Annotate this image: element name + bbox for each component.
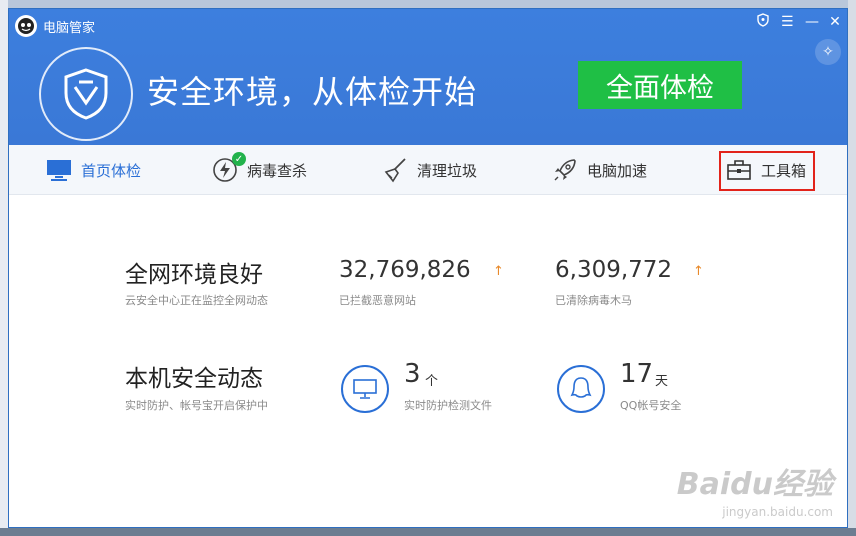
network-env-title: 全网环境良好 [125, 262, 263, 288]
baidu-watermark: Baidu经验 jingyan.baidu.com [677, 459, 833, 519]
close-icon[interactable]: ✕ [829, 14, 841, 30]
local-security-subtitle: 实时防护、帐号宝开启保护中 [125, 399, 268, 412]
nav-virus-label: 病毒查杀 [247, 161, 308, 180]
app-title: 电脑管家 [43, 20, 96, 36]
detected-files-count: 3 [404, 359, 421, 389]
cleared-trend-arrow-icon: ↑ [693, 264, 704, 279]
security-shield-icon [39, 47, 133, 141]
full-scan-button[interactable]: 全面体检 [578, 61, 742, 109]
detected-files-label: 实时防护检测文件 [404, 399, 492, 412]
sparkle-icon[interactable]: ✧ [815, 39, 841, 65]
app-logo-icon [15, 15, 37, 37]
desktop-background-right [848, 0, 856, 536]
rocket-icon [551, 156, 579, 184]
check-badge-icon: ✓ [232, 152, 246, 166]
nav-clean-junk[interactable]: 清理垃圾 [381, 145, 477, 195]
nav-home-label: 首页体检 [81, 161, 142, 180]
qq-safe-days-unit: 天 [655, 374, 669, 389]
main-navigation: 首页体检 ✓ 病毒查杀 清理垃圾 电脑加速 工具箱 [9, 145, 847, 195]
watermark-main-text: Baidu经验 [676, 467, 833, 502]
monitor-ring-icon [341, 365, 389, 413]
toolbox-icon [725, 156, 753, 184]
nav-home-checkup[interactable]: 首页体检 [45, 145, 141, 195]
blocked-sites-count: 32,769,826 [339, 257, 471, 283]
nav-speed-label: 电脑加速 [587, 161, 648, 180]
lightning-icon: ✓ [211, 152, 246, 184]
qq-account-label: QQ帐号安全 [620, 399, 682, 412]
nav-virus-scan[interactable]: ✓ 病毒查杀 [211, 145, 307, 195]
qq-safe-days-count: 17 [620, 359, 654, 389]
blocked-trend-arrow-icon: ↑ [493, 264, 504, 279]
blocked-sites-label: 已拦截恶意网站 [339, 294, 416, 307]
local-security-title: 本机安全动态 [125, 366, 263, 392]
headline: 安全环境，从体检开始 [147, 73, 478, 111]
minimize-icon[interactable]: — [805, 14, 819, 30]
nav-speed-up[interactable]: 电脑加速 [551, 145, 647, 195]
desktop-background-bottom [0, 528, 856, 536]
nav-clean-label: 清理垃圾 [417, 161, 478, 180]
monitor-icon [45, 156, 73, 184]
detected-files-unit: 个 [425, 374, 439, 389]
menu-icon[interactable]: ☰ [781, 14, 794, 30]
nav-toolbox-label: 工具箱 [761, 161, 807, 180]
network-env-subtitle: 云安全中心正在监控全网动态 [125, 294, 268, 307]
watermark-url: jingyan.baidu.com [722, 505, 833, 519]
desktop-background-left [0, 0, 8, 536]
window-controls: ☰ — ✕ [757, 13, 841, 31]
header-banner: 电脑管家 ☰ — ✕ ✧ 安全环境，从体检开始 全面体检 [9, 9, 847, 145]
title-bar: 电脑管家 [15, 15, 95, 37]
dashboard-content: 全网环境良好 云安全中心正在监控全网动态 32,769,826 ↑ 已拦截恶意网… [9, 195, 847, 527]
cleared-trojans-count: 6,309,772 [555, 257, 673, 283]
nav-toolbox[interactable]: 工具箱 [725, 145, 806, 195]
pc-manager-window: 电脑管家 ☰ — ✕ ✧ 安全环境，从体检开始 全面体检 首页体检 ✓ 病毒查杀… [8, 8, 848, 528]
shield-icon[interactable] [757, 13, 769, 31]
broom-icon [381, 156, 409, 184]
cleared-trojans-label: 已清除病毒木马 [555, 294, 632, 307]
qq-penguin-icon [557, 365, 605, 413]
